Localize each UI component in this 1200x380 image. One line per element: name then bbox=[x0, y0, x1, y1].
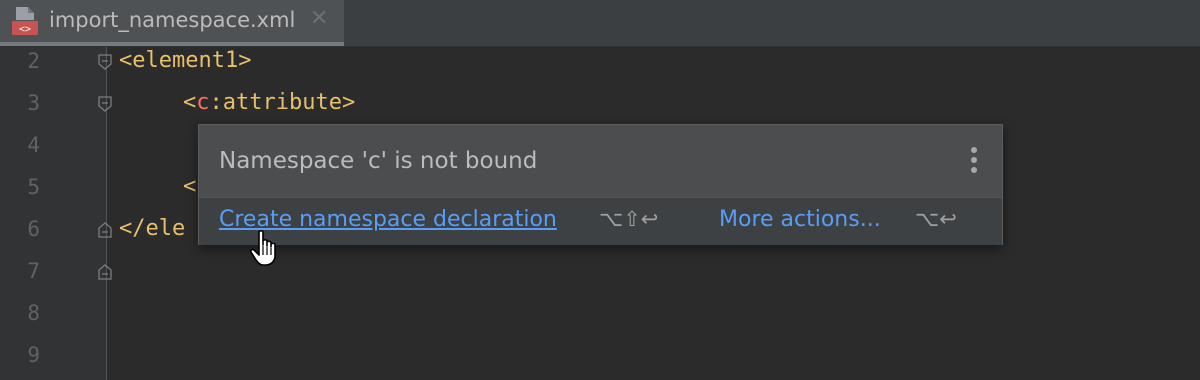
line-number: 4 bbox=[27, 133, 40, 157]
line-number: 6 bbox=[27, 217, 40, 241]
svg-text:<>: <> bbox=[19, 24, 31, 35]
code-line-3: <c:attribute> bbox=[183, 90, 355, 115]
tag-name: :attribute> bbox=[209, 90, 356, 115]
line-number: 7 bbox=[27, 259, 40, 283]
inspection-message: Namespace 'c' is not bound bbox=[219, 148, 538, 174]
line-number: 5 bbox=[27, 175, 40, 199]
hand-pointer-icon bbox=[250, 230, 276, 266]
tab-file-name: import_namespace.xml bbox=[49, 8, 296, 32]
line-number: 9 bbox=[27, 343, 40, 367]
code-line-6: </ele bbox=[119, 216, 186, 241]
code-line-2: <element1> bbox=[119, 48, 252, 73]
create-namespace-declaration-link[interactable]: Create namespace declaration bbox=[219, 207, 557, 232]
active-tab-indicator bbox=[0, 42, 344, 46]
unbound-namespace-prefix: c bbox=[196, 90, 210, 115]
inspection-popup: Namespace 'c' is not bound Create namesp… bbox=[198, 124, 1003, 245]
tab-import-namespace[interactable]: <> import_namespace.xml ✕ bbox=[0, 0, 344, 46]
xml-file-icon: <> bbox=[12, 7, 38, 35]
line-number: 3 bbox=[27, 91, 40, 115]
kebab-menu-icon[interactable] bbox=[969, 147, 979, 175]
line-number: 2 bbox=[27, 49, 40, 73]
tag-bracket: < bbox=[183, 90, 197, 115]
line-number-gutter: 2 3 4 5 6 7 8 9 bbox=[0, 47, 112, 380]
more-actions-link[interactable]: More actions... bbox=[719, 207, 881, 232]
fold-open-icon[interactable] bbox=[98, 96, 112, 112]
primary-shortcut-hint: ⌥⇧↩ bbox=[599, 207, 659, 231]
fold-close-icon[interactable] bbox=[98, 264, 112, 280]
close-icon[interactable]: ✕ bbox=[310, 8, 330, 30]
fold-open-icon[interactable] bbox=[98, 54, 112, 70]
line-number: 8 bbox=[27, 301, 40, 325]
code-line-5: < bbox=[183, 174, 197, 199]
quick-fix-bar: Create namespace declaration ⌥⇧↩ More ac… bbox=[199, 197, 1002, 245]
secondary-shortcut-hint: ⌥↩ bbox=[915, 207, 957, 231]
fold-close-icon[interactable] bbox=[98, 222, 112, 238]
editor-tab-bar: <> import_namespace.xml ✕ bbox=[0, 0, 1200, 47]
